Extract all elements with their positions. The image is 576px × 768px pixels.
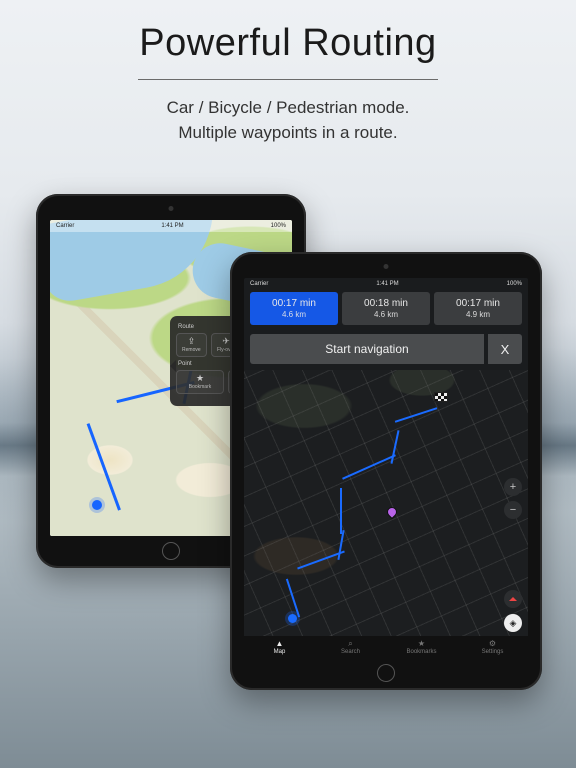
hero-header: Powerful Routing Car / Bicycle / Pedestr… <box>0 0 576 145</box>
route-option-distance: 4.9 km <box>438 310 518 319</box>
bookmark-icon: ★ <box>196 374 204 383</box>
hero-subtitle: Car / Bicycle / Pedestrian mode. Multipl… <box>0 96 576 145</box>
popover-remove-button[interactable]: ⇪ Remove <box>176 333 207 357</box>
home-button[interactable] <box>377 664 395 682</box>
start-navigation-bar: Start navigation X <box>250 334 522 364</box>
status-battery: 100% <box>507 281 522 287</box>
route-option-time: 00:18 min <box>346 298 426 309</box>
hero-title: Powerful Routing <box>0 22 576 65</box>
tab-bar: ▲ Map ⌕ Search ★ Bookmarks ⚙ Settings <box>244 636 528 658</box>
route-option-1[interactable]: 00:17 min 4.6 km <box>250 292 338 325</box>
route-option-2[interactable]: 00:18 min 4.6 km <box>342 292 430 325</box>
camera-icon <box>169 206 174 211</box>
route-segment <box>297 551 345 570</box>
route-option-time: 00:17 min <box>438 298 518 309</box>
route-segment <box>395 407 437 422</box>
tablet-dark: Carrier 1:41 PM 100% 00:17 min 4.6 km 00… <box>230 252 542 690</box>
search-icon: ⌕ <box>348 640 352 648</box>
remove-icon: ⇪ <box>188 337 196 346</box>
close-route-button[interactable]: X <box>488 334 522 364</box>
tab-search[interactable]: ⌕ Search <box>315 636 386 658</box>
status-battery: 100% <box>271 223 286 229</box>
popover-button-label: Bookmark <box>189 384 212 390</box>
popover-bookmark-button[interactable]: ★ Bookmark <box>176 370 224 394</box>
map-icon: ▲ <box>276 640 284 648</box>
route-options-bar: 00:17 min 4.6 km 00:18 min 4.6 km 00:17 … <box>250 292 522 325</box>
tab-label: Bookmarks <box>406 649 436 655</box>
tab-map[interactable]: ▲ Map <box>244 636 315 658</box>
home-button[interactable] <box>162 542 180 560</box>
route-origin-icon[interactable] <box>92 500 102 510</box>
locate-icon: ◈ <box>510 618 517 629</box>
bookmark-icon: ★ <box>418 640 425 648</box>
hero-subtitle-line2: Multiple waypoints in a route. <box>0 121 576 146</box>
close-icon: X <box>501 342 510 357</box>
tab-label: Search <box>341 649 360 655</box>
popover-button-label: Remove <box>182 347 201 353</box>
tab-settings[interactable]: ⚙ Settings <box>457 636 528 658</box>
route-option-distance: 4.6 km <box>254 310 334 319</box>
route-option-distance: 4.6 km <box>346 310 426 319</box>
hero-divider <box>138 79 438 80</box>
route-origin-icon[interactable] <box>288 614 297 623</box>
zoom-controls: + − <box>504 478 522 524</box>
gear-icon: ⚙ <box>489 640 496 648</box>
route-segment <box>340 488 342 534</box>
route-segment <box>286 579 300 618</box>
zoom-in-button[interactable]: + <box>504 478 522 496</box>
route-segment <box>342 454 396 479</box>
status-bar: Carrier 1:41 PM 100% <box>244 278 528 290</box>
status-bar: Carrier 1:41 PM 100% <box>50 220 292 232</box>
route-segment <box>337 530 344 560</box>
start-navigation-button[interactable]: Start navigation <box>250 334 484 364</box>
camera-icon <box>384 264 389 269</box>
locate-me-button[interactable]: ◈ <box>504 614 522 632</box>
tablet-dark-screen: Carrier 1:41 PM 100% 00:17 min 4.6 km 00… <box>244 278 528 658</box>
hero-subtitle-line1: Car / Bicycle / Pedestrian mode. <box>0 96 576 121</box>
waypoint-pin-icon[interactable] <box>386 506 397 517</box>
tab-label: Map <box>274 649 286 655</box>
map-canvas-dark[interactable]: + − ◈ <box>244 370 528 636</box>
route-option-time: 00:17 min <box>254 298 334 309</box>
zoom-out-button[interactable]: − <box>504 501 522 519</box>
destination-flag-icon[interactable] <box>434 392 448 402</box>
route-segment <box>390 430 399 464</box>
status-time: 1:41 PM <box>376 281 398 287</box>
tab-label: Settings <box>482 649 504 655</box>
popover-arrow-icon <box>164 360 176 372</box>
route-option-3[interactable]: 00:17 min 4.9 km <box>434 292 522 325</box>
status-carrier: Carrier <box>250 281 268 287</box>
flyover-icon: ✈ <box>222 337 230 346</box>
status-time: 1:41 PM <box>161 223 183 229</box>
compass-button[interactable] <box>504 590 522 608</box>
status-carrier: Carrier <box>56 223 74 229</box>
tab-bookmarks[interactable]: ★ Bookmarks <box>386 636 457 658</box>
